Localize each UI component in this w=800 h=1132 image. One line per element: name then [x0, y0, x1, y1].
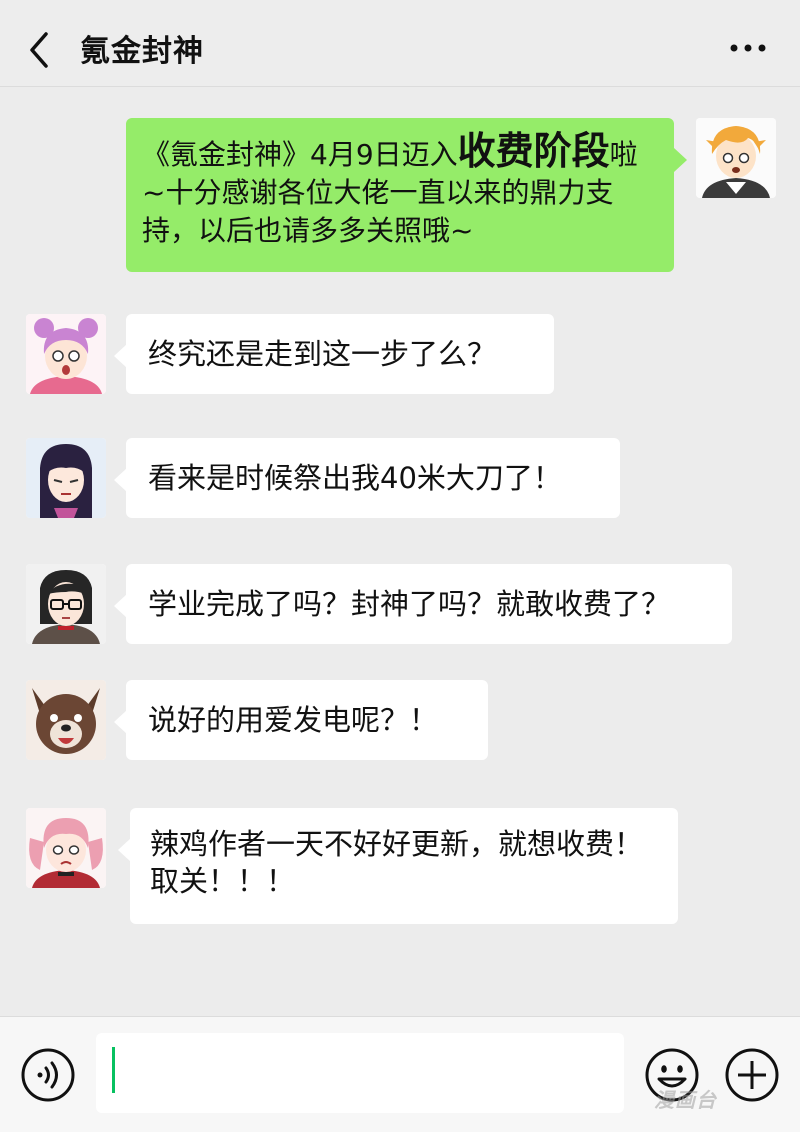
message-bubble[interactable]: 说好的用爱发电呢？！ [114, 680, 488, 760]
chat-area[interactable]: 《氪金封神》4月9日迈入收费阶段啦~十分感谢各位大佬一直以来的鼎力支持，以后也请… [0, 86, 800, 1016]
pink-hair-girl-avatar[interactable] [26, 314, 106, 394]
top-bar: 氪金封神 [0, 0, 800, 87]
message-text: 看来是时候祭出我40米大刀了！ [148, 461, 562, 495]
pink-pigtails-girl-avatar[interactable] [26, 808, 106, 888]
message-text: 《氪金封神》4月9日迈入 [142, 138, 458, 171]
message-bubble-self[interactable]: 《氪金封神》4月9日迈入收费阶段啦~十分感谢各位大佬一直以来的鼎力支持，以后也请… [126, 118, 687, 272]
chevron-left-icon [30, 32, 48, 68]
plus-icon [725, 1048, 779, 1102]
message-bubble[interactable]: 辣鸡作者一天不好好更新，就想收费！取关！！！ [118, 808, 678, 924]
voice-icon [21, 1048, 75, 1102]
message-text: 辣鸡作者一天不好好更新，就想收费！取关！！！ [150, 827, 644, 898]
watermark: 漫画台 [654, 1088, 717, 1112]
more-dots-icon [730, 44, 766, 52]
input-bar [0, 1016, 800, 1132]
message-text: 说好的用爱发电呢？！ [148, 703, 439, 737]
voice-button[interactable] [20, 1047, 76, 1103]
chat-title: 氪金封神 [80, 34, 204, 69]
glasses-woman-avatar[interactable] [26, 564, 106, 644]
text-cursor [112, 1047, 115, 1093]
message-input[interactable] [96, 1033, 624, 1113]
dog-avatar[interactable] [26, 680, 106, 760]
plus-button[interactable] [724, 1047, 780, 1103]
message-bubble[interactable]: 终究还是走到这一步了么？ [114, 314, 554, 394]
blonde-boy-avatar[interactable] [696, 118, 776, 198]
back-button[interactable] [26, 30, 56, 70]
more-button[interactable] [728, 36, 768, 60]
message-text: 终究还是走到这一步了么？ [148, 337, 497, 371]
message-bubble[interactable]: 看来是时候祭出我40米大刀了！ [114, 438, 620, 518]
dark-hair-girl-avatar[interactable] [26, 438, 106, 518]
message-text: 学业完成了吗？封神了吗？就敢收费了？ [148, 587, 671, 621]
message-bubble[interactable]: 学业完成了吗？封神了吗？就敢收费了？ [114, 564, 732, 644]
message-highlight: 收费阶段 [457, 129, 610, 173]
